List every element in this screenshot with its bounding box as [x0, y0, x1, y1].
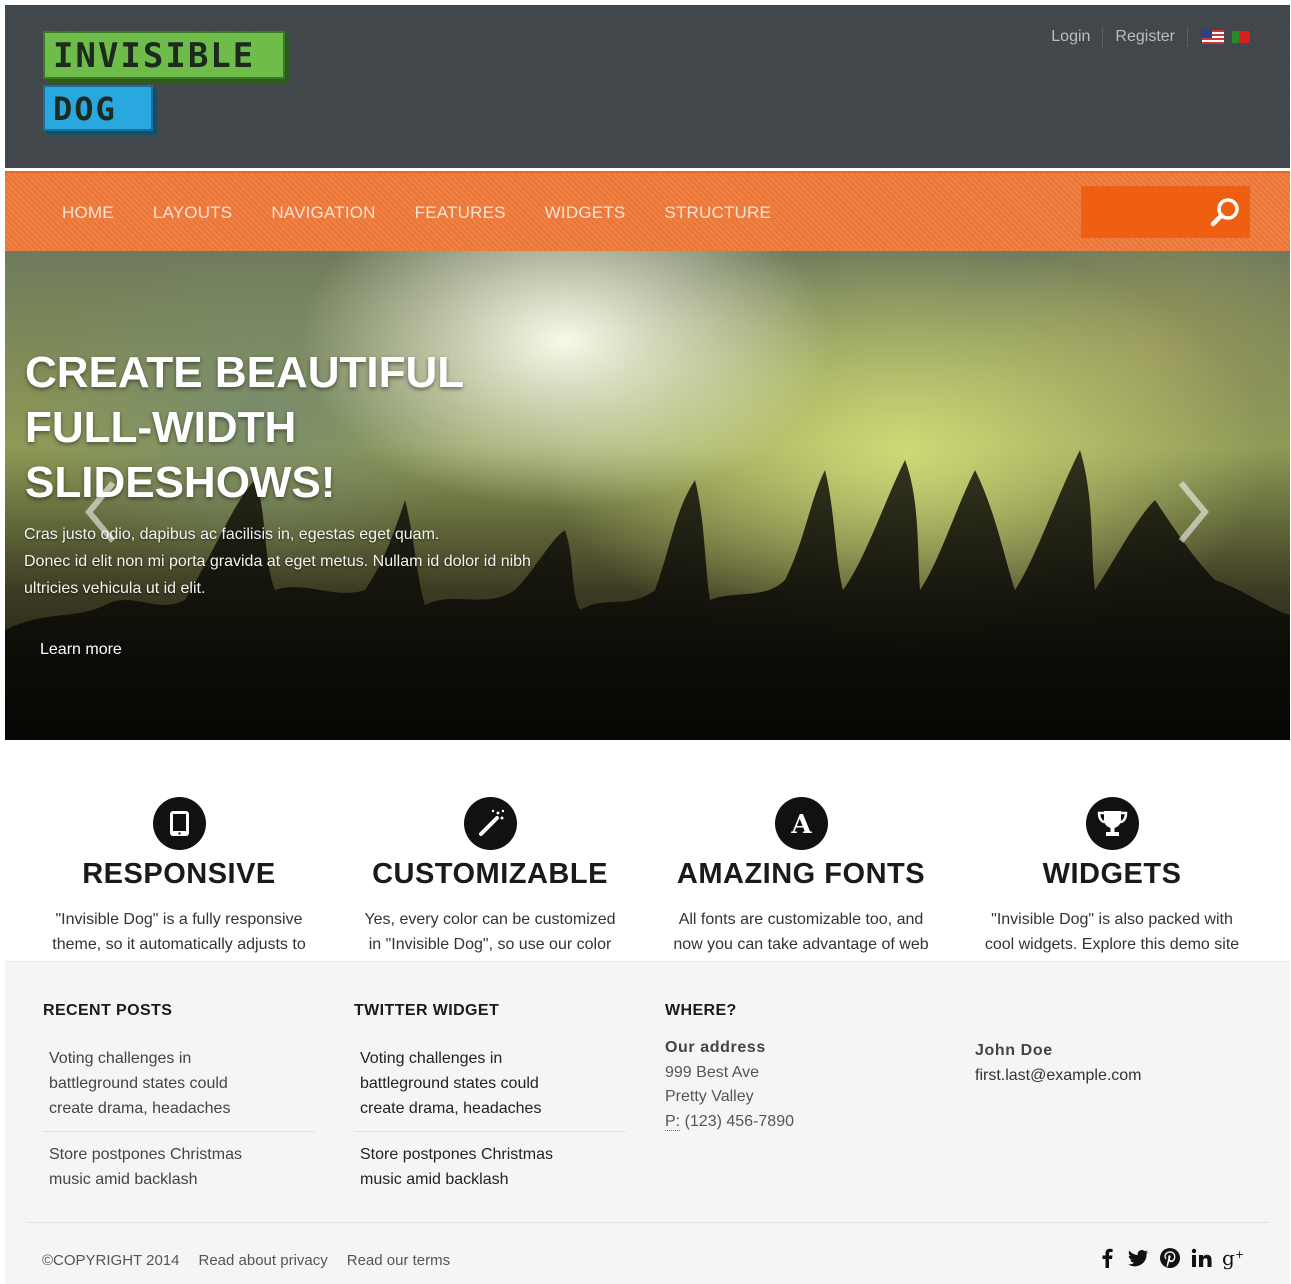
tablet-icon [153, 797, 206, 850]
login-link[interactable]: Login [1039, 28, 1102, 46]
facebook-icon[interactable] [1096, 1246, 1118, 1270]
post-line: Voting challenges in [360, 1050, 503, 1067]
feature-title: RESPONSIVE [82, 858, 276, 890]
features-section: RESPONSIVE "Invisible Dog" is a fully re… [5, 740, 1290, 961]
recent-posts-widget: RECENT POSTS Voting challenges in battle… [43, 1002, 323, 1202]
phone-prefix: P: [665, 1112, 681, 1131]
tweet-link[interactable]: Store postpones Christmas music amid bac… [354, 1132, 626, 1202]
site-header: INVISIBLE DOG Login Register [5, 5, 1290, 168]
page: INVISIBLE DOG Login Register HOME LAYOUT… [0, 0, 1291, 1284]
post-line: battleground states could [360, 1075, 539, 1092]
twitter-widget: TWITTER WIDGET Voting challenges in batt… [354, 1002, 634, 1202]
address-city: Pretty Valley [665, 1088, 754, 1105]
learn-more-button[interactable]: Learn more [40, 641, 122, 659]
hero-text-line: Donec id elit non mi porta gravida at eg… [24, 553, 531, 570]
hero-title-line: FULL-WIDTH [25, 403, 297, 452]
feature-description: "Invisible Dog" is also packed with cool… [984, 911, 1240, 953]
twitter-icon[interactable] [1126, 1246, 1150, 1270]
feature-description: "Invisible Dog" is a fully responsive th… [52, 911, 306, 953]
nav-item-navigation[interactable]: NAVIGATION [271, 203, 375, 223]
privacy-link[interactable]: Read about privacy [199, 1252, 328, 1269]
googleplus-icon[interactable]: g + [1222, 1246, 1248, 1270]
address-block: Our address 999 Best Ave Pretty Valley P… [665, 1036, 945, 1134]
us-flag-icon[interactable] [1202, 30, 1224, 44]
feature-title: AMAZING FONTS [676, 858, 926, 890]
hero-text-line: ultricies vehicula ut id elit. [24, 580, 206, 597]
account-links: Login Register [1039, 27, 1250, 47]
trophy-icon [1086, 797, 1139, 850]
copyright-text: ©COPYRIGHT 2014 [42, 1252, 180, 1269]
feature-description: All fonts are customizable too, and now … [673, 911, 929, 953]
post-line: Store postpones Christmas [360, 1146, 553, 1163]
where-widget: WHERE? Our address 999 Best Ave Pretty V… [665, 1002, 945, 1134]
chevron-left-icon[interactable] [81, 477, 121, 547]
linkedin-icon[interactable] [1190, 1246, 1214, 1270]
tweet-link[interactable]: Voting challenges in battleground states… [354, 1036, 626, 1132]
post-line: music amid backlash [360, 1171, 509, 1188]
recent-post-link[interactable]: Store postpones Christmas music amid bac… [43, 1132, 315, 1202]
site-footer: RECENT POSTS Voting challenges in battle… [5, 961, 1290, 1284]
pt-flag-icon[interactable] [1232, 31, 1250, 43]
nav-menu: HOME LAYOUTS NAVIGATION FEATURES WIDGETS… [62, 203, 810, 223]
post-line: music amid backlash [49, 1171, 198, 1188]
search-icon[interactable] [1208, 196, 1242, 230]
footer-bottom-links: ©COPYRIGHT 2014 Read about privacy Read … [42, 1252, 469, 1269]
nav-item-home[interactable]: HOME [62, 203, 114, 223]
nav-item-layouts[interactable]: LAYOUTS [153, 203, 233, 223]
post-line: create drama, headaches [49, 1100, 231, 1117]
pinterest-icon[interactable] [1158, 1246, 1182, 1270]
divider [1187, 27, 1188, 47]
widget-heading: WHERE? [665, 1002, 737, 1019]
feature-title: CUSTOMIZABLE [372, 858, 608, 890]
hero-slideshow: CREATE BEAUTIFUL FULL-WIDTH SLIDESHOWS! … [5, 251, 1290, 740]
widget-heading: RECENT POSTS [43, 1002, 173, 1019]
svg-text:A: A [790, 810, 812, 840]
contact-name: John Doe [975, 1042, 1053, 1059]
terms-link[interactable]: Read our terms [347, 1252, 450, 1269]
nav-item-widgets[interactable]: WIDGETS [545, 203, 626, 223]
contact-block: John Doe first.last@example.com [975, 1039, 1255, 1088]
contact-email[interactable]: first.last@example.com [975, 1064, 1255, 1089]
post-line: create drama, headaches [360, 1100, 542, 1117]
address-label: Our address [665, 1039, 766, 1056]
svg-text:+: + [1235, 1248, 1244, 1261]
magic-wand-icon [464, 797, 517, 850]
post-line: Store postpones Christmas [49, 1146, 242, 1163]
register-link[interactable]: Register [1103, 28, 1187, 46]
main-nav: HOME LAYOUTS NAVIGATION FEATURES WIDGETS… [5, 171, 1290, 251]
nav-item-structure[interactable]: STRUCTURE [664, 203, 771, 223]
post-line: Voting challenges in [49, 1050, 192, 1067]
phone-number: (123) 456-7890 [684, 1112, 794, 1130]
search-input[interactable] [1081, 186, 1250, 238]
hero-title-line: CREATE BEAUTIFUL [25, 348, 465, 397]
feature-description: Yes, every color can be customized in "I… [364, 911, 616, 953]
post-line: battleground states could [49, 1075, 228, 1092]
nav-item-features[interactable]: FEATURES [415, 203, 506, 223]
feature-title: WIDGETS [1042, 858, 1182, 890]
font-icon: A [775, 797, 828, 850]
footer-divider [26, 1222, 1269, 1223]
address-phone: P: (123) 456-7890 [665, 1110, 945, 1135]
logo-dog[interactable]: DOG [43, 85, 153, 131]
social-links: g + [1096, 1246, 1248, 1270]
site-frame: INVISIBLE DOG Login Register HOME LAYOUT… [5, 5, 1290, 1284]
recent-post-link[interactable]: Voting challenges in battleground states… [43, 1036, 315, 1132]
chevron-right-icon[interactable] [1173, 477, 1213, 547]
address-street: 999 Best Ave [665, 1063, 759, 1081]
widget-heading: TWITTER WIDGET [354, 1002, 500, 1019]
logo-invisible[interactable]: INVISIBLE [43, 31, 285, 79]
contact-widget: John Doe first.last@example.com [975, 1039, 1255, 1088]
svg-text:g: g [1222, 1246, 1235, 1270]
